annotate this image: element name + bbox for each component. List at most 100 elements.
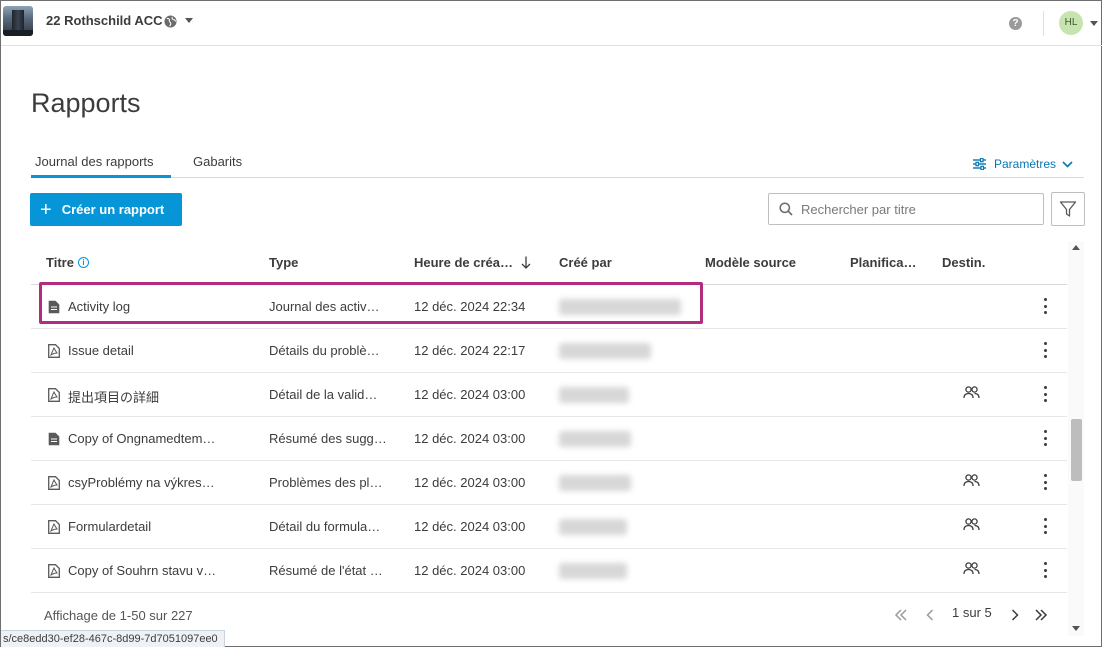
column-header-destination[interactable]: Destin.	[942, 255, 985, 270]
column-title-label: Titre	[46, 255, 74, 270]
scrollbar-thumb[interactable]	[1071, 419, 1082, 481]
table-row[interactable]: Formulardetail Détail du formula… 12 déc…	[31, 505, 1067, 549]
table-row[interactable]: Copy of Souhrn stavu v… Résumé de l'état…	[31, 549, 1067, 593]
report-type: Résumé de l'état …	[269, 563, 383, 578]
tab-report-log[interactable]: Journal des rapports	[35, 154, 154, 169]
more-options-icon[interactable]	[1039, 518, 1051, 534]
page-title: Rapports	[31, 88, 141, 118]
column-created-time-label: Heure de créa…	[414, 255, 513, 270]
more-options-icon[interactable]	[1039, 298, 1051, 314]
more-options-icon[interactable]	[1039, 342, 1051, 358]
redacted-creator	[559, 299, 681, 315]
report-created-time: 12 déc. 2024 03:00	[414, 431, 526, 446]
table-row[interactable]: Copy of Ongnamedtem… Résumé des sugg… 12…	[31, 417, 1067, 461]
divider	[1043, 11, 1044, 36]
more-options-icon[interactable]	[1039, 474, 1051, 490]
report-type: Détail de la valid…	[269, 387, 378, 402]
status-bar-url: s/ce8edd30-ef28-467c-8d99-7d7051097ee0	[1, 630, 225, 647]
report-type: Problèmes des pl…	[269, 475, 383, 490]
column-header-created-time[interactable]: Heure de créa…	[414, 255, 531, 270]
report-created-time: 12 déc. 2024 22:34	[414, 299, 526, 314]
users-icon	[963, 474, 980, 487]
redacted-creator	[559, 475, 631, 491]
scroll-down-icon[interactable]	[1072, 626, 1080, 631]
report-created-time: 12 déc. 2024 03:00	[414, 563, 526, 578]
report-title[interactable]: csyProblémy na výkres…	[68, 475, 248, 490]
pdf-document-icon	[48, 476, 60, 490]
column-header-schedule[interactable]: Planifica…	[850, 255, 916, 270]
table-row[interactable]: 提出項目の詳細 Détail de la valid… 12 déc. 2024…	[31, 373, 1067, 417]
sort-descending-icon	[521, 256, 531, 269]
report-title[interactable]: Formulardetail	[68, 519, 248, 534]
report-title[interactable]: 提出項目の詳細	[68, 387, 248, 406]
search-box[interactable]	[768, 193, 1044, 225]
last-page-icon[interactable]	[1033, 606, 1049, 624]
tab-bar: Journal des rapports Gabarits	[31, 149, 1084, 178]
report-title[interactable]: Copy of Souhrn stavu v…	[68, 563, 248, 578]
more-options-icon[interactable]	[1039, 430, 1051, 446]
document-icon	[48, 300, 60, 314]
settings-label: Paramètres	[994, 157, 1057, 171]
table-row[interactable]: csyProblémy na výkres… Problèmes des pl……	[31, 461, 1067, 505]
redacted-creator	[559, 519, 627, 535]
chevron-down-icon[interactable]	[185, 18, 193, 23]
pdf-document-icon	[48, 520, 60, 534]
sliders-icon	[973, 158, 986, 170]
globe-icon	[164, 15, 177, 28]
column-header-created-by[interactable]: Créé par	[559, 255, 612, 270]
results-count: Affichage de 1-50 sur 227	[44, 608, 193, 623]
help-icon[interactable]: ?	[1009, 17, 1022, 30]
report-type: Détails du problè…	[269, 343, 380, 358]
users-icon	[963, 518, 980, 531]
users-icon	[963, 386, 980, 399]
report-created-time: 12 déc. 2024 03:00	[414, 387, 526, 402]
previous-page-icon[interactable]	[922, 606, 938, 624]
redacted-creator	[559, 563, 627, 579]
settings-button[interactable]: Paramètres	[973, 157, 1081, 171]
tab-templates[interactable]: Gabarits	[193, 154, 242, 169]
filter-button[interactable]	[1051, 192, 1085, 226]
column-header-source-model[interactable]: Modèle source	[705, 255, 796, 270]
filter-icon	[1059, 201, 1077, 217]
info-icon[interactable]: i	[77, 257, 89, 268]
column-header-type[interactable]: Type	[269, 255, 298, 270]
app-window: 22 Rothschild ACC ? HL Rapports Journal …	[0, 0, 1102, 647]
report-created-time: 12 déc. 2024 03:00	[414, 519, 526, 534]
create-report-button[interactable]: + Créer un rapport	[30, 193, 182, 226]
scroll-up-icon[interactable]	[1072, 245, 1080, 250]
column-header-title[interactable]: Titre i	[46, 255, 89, 270]
table-row[interactable]: Issue detail Détails du problè… 12 déc. …	[31, 329, 1067, 373]
redacted-creator	[559, 387, 629, 403]
report-title[interactable]: Copy of Ongnamedtem…	[68, 431, 248, 446]
project-thumbnail[interactable]	[3, 6, 33, 36]
report-type: Résumé des sugg…	[269, 431, 387, 446]
chevron-down-icon	[1062, 160, 1073, 168]
next-page-icon[interactable]	[1007, 606, 1023, 624]
page-indicator: 1 sur 5	[952, 605, 992, 620]
table-header: Titre i Type Heure de créa… Créé par Modè…	[31, 241, 1067, 285]
users-icon	[963, 562, 980, 575]
first-page-icon[interactable]	[893, 606, 909, 624]
pdf-document-icon	[48, 388, 60, 402]
project-name[interactable]: 22 Rothschild ACC	[46, 13, 163, 28]
top-bar: 22 Rothschild ACC ? HL	[1, 1, 1102, 46]
more-options-icon[interactable]	[1039, 562, 1051, 578]
table-row[interactable]: Activity log Journal des activ… 12 déc. …	[31, 285, 1067, 329]
document-icon	[48, 432, 60, 446]
search-icon	[779, 202, 793, 216]
more-options-icon[interactable]	[1039, 386, 1051, 402]
chevron-down-icon[interactable]	[1090, 21, 1098, 26]
report-created-time: 12 déc. 2024 22:17	[414, 343, 526, 358]
redacted-creator	[559, 431, 631, 447]
create-report-label: Créer un rapport	[61, 202, 165, 217]
report-title[interactable]: Activity log	[68, 299, 248, 314]
avatar[interactable]: HL	[1059, 11, 1083, 35]
search-input[interactable]	[801, 201, 1031, 217]
report-title[interactable]: Issue detail	[68, 343, 248, 358]
redacted-creator	[559, 343, 651, 359]
report-type: Détail du formula…	[269, 519, 381, 534]
report-created-time: 12 déc. 2024 03:00	[414, 475, 526, 490]
active-tab-indicator	[31, 175, 171, 178]
pdf-document-icon	[48, 344, 60, 358]
plus-icon: +	[40, 198, 52, 221]
